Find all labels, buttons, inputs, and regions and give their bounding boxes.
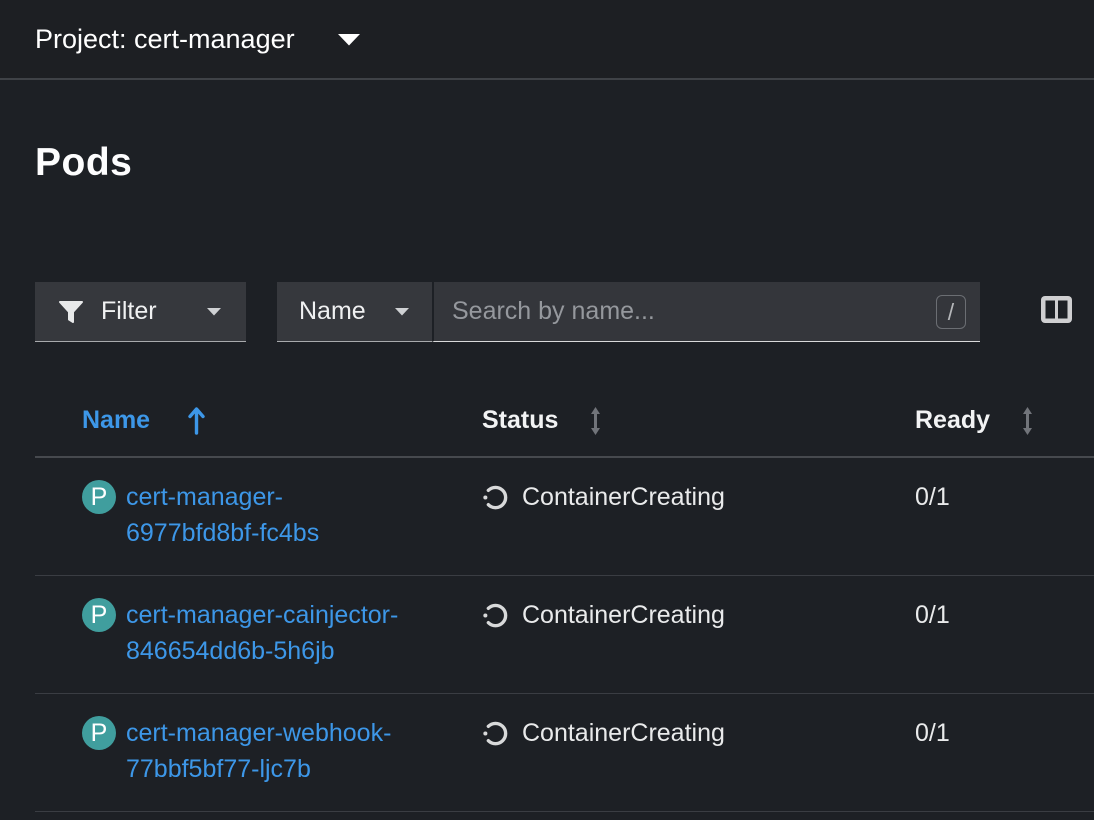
pod-status-label: ContainerCreating [522, 597, 725, 633]
column-header-status-label: Status [482, 406, 558, 435]
pod-status-label: ContainerCreating [522, 479, 725, 515]
pod-status: ContainerCreating [482, 479, 725, 515]
in-progress-spinner-icon [482, 602, 509, 629]
column-header-ready: Ready [915, 385, 1094, 457]
filter-dropdown[interactable]: Filter [35, 282, 246, 342]
toolbar: Filter Name / [35, 282, 1094, 342]
pod-name-cell: P cert-manager-webhook- 77bbf5bf77-ljc7b [82, 715, 482, 787]
pod-ready-count: 0/1 [915, 601, 950, 629]
pod-link[interactable]: cert-manager-webhook- 77bbf5bf77-ljc7b [126, 715, 391, 787]
search-input[interactable] [434, 282, 980, 341]
manage-columns-button[interactable] [1041, 296, 1072, 326]
project-selector-dropdown[interactable]: Project: cert-manager [35, 24, 361, 55]
column-header-name: Name [35, 385, 482, 457]
column-header-name-label: Name [82, 406, 150, 435]
pod-resource-badge: P [82, 716, 116, 750]
sort-by-status-button[interactable]: Status [482, 406, 603, 436]
table-row: P cert-manager-cainjector- 846654dd6b-5h… [35, 576, 1094, 694]
pod-status: ContainerCreating [482, 715, 725, 751]
sort-by-name-button[interactable]: Name [82, 406, 205, 435]
pod-link[interactable]: cert-manager-cainjector- 846654dd6b-5h6j… [126, 597, 398, 669]
pods-page: Pods Filter Name / [0, 140, 1094, 812]
pods-table: Name Status Re [35, 385, 1094, 812]
column-header-status: Status [482, 385, 915, 457]
sort-both-icon [588, 406, 603, 436]
pod-resource-badge: P [82, 598, 116, 632]
in-progress-spinner-icon [482, 484, 509, 511]
chevron-down-icon [206, 307, 222, 316]
name-filter-dropdown-label: Name [299, 297, 366, 326]
table-row: P cert-manager-webhook- 77bbf5bf77-ljc7b… [35, 694, 1094, 812]
chevron-down-icon [337, 33, 361, 46]
pod-name-cell: P cert-manager- 6977bfd8bf-fc4bs [82, 479, 482, 551]
search-field: / [432, 282, 980, 342]
table-row: P cert-manager- 6977bfd8bf-fc4bs Contain… [35, 457, 1094, 576]
pod-status-label: ContainerCreating [522, 715, 725, 751]
pod-ready-count: 0/1 [915, 483, 950, 511]
search-filter-group: Name / [277, 282, 980, 342]
project-selector-label: Project: cert-manager [35, 24, 295, 55]
page-title: Pods [35, 140, 1094, 186]
column-header-ready-label: Ready [915, 406, 990, 435]
filter-dropdown-label: Filter [101, 297, 157, 326]
sort-ascending-icon [188, 406, 205, 435]
pod-status: ContainerCreating [482, 597, 725, 633]
pod-link[interactable]: cert-manager- 6977bfd8bf-fc4bs [126, 479, 319, 551]
filter-funnel-icon [59, 301, 83, 323]
slash-shortcut-keycap: / [936, 295, 966, 329]
in-progress-spinner-icon [482, 720, 509, 747]
pod-resource-badge: P [82, 480, 116, 514]
columns-icon [1041, 296, 1072, 326]
pod-name-cell: P cert-manager-cainjector- 846654dd6b-5h… [82, 597, 482, 669]
pod-ready-count: 0/1 [915, 719, 950, 747]
table-header-row: Name Status Re [35, 385, 1094, 457]
name-filter-dropdown[interactable]: Name [277, 282, 432, 342]
sort-by-ready-button[interactable]: Ready [915, 406, 1035, 436]
chevron-down-icon [394, 307, 410, 316]
masthead: Project: cert-manager [0, 0, 1094, 80]
sort-both-icon [1020, 406, 1035, 436]
